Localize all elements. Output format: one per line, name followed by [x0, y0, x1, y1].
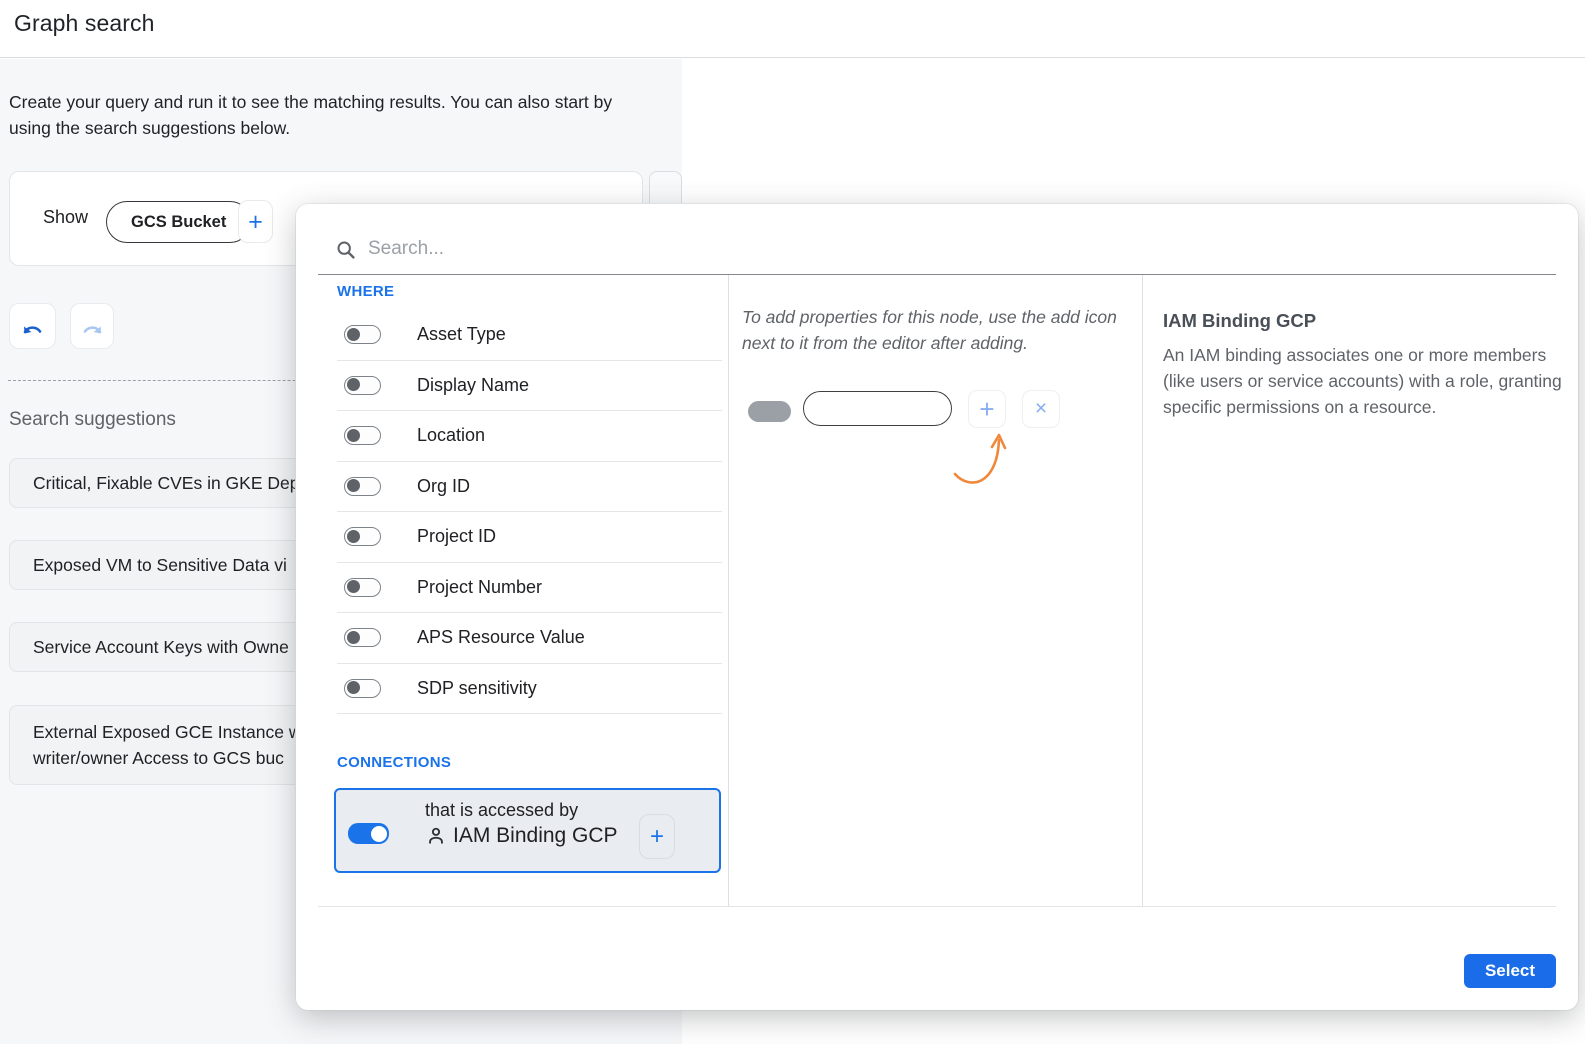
add-node-button[interactable]: + — [238, 200, 273, 243]
where-row-display-name[interactable]: Display Name — [337, 361, 722, 412]
search-icon — [336, 240, 356, 265]
search-input[interactable] — [368, 232, 1008, 266]
row-label: Org ID — [417, 476, 470, 497]
dialog-search-row — [296, 204, 1578, 274]
where-row-sdp-sensitivity[interactable]: SDP sensitivity — [337, 664, 722, 715]
where-row-org-id[interactable]: Org ID — [337, 462, 722, 513]
row-label: Display Name — [417, 375, 529, 396]
details-title: IAM Binding GCP — [1163, 310, 1316, 332]
node-chip-gcs-bucket[interactable]: GCS Bucket — [106, 201, 251, 243]
intro-text: Create your query and run it to see the … — [9, 89, 629, 141]
redo-icon — [71, 323, 113, 341]
undo-button[interactable] — [9, 303, 56, 349]
where-rows: Asset Type Display Name Location Org ID … — [337, 310, 722, 714]
toggle-org-id[interactable] — [344, 477, 381, 496]
row-label: SDP sensitivity — [417, 678, 537, 699]
node-name-input[interactable] — [803, 391, 952, 426]
select-button[interactable]: Select — [1464, 954, 1556, 988]
row-label: Project ID — [417, 526, 496, 547]
undo-icon — [10, 323, 55, 341]
connection-row-iam-binding[interactable]: that is accessed by IAM Binding GCP + — [334, 788, 721, 873]
curved-arrow-annotation — [949, 422, 1011, 497]
toggle-project-number[interactable] — [344, 578, 381, 597]
show-label: Show — [43, 207, 88, 228]
where-row-asset-type[interactable]: Asset Type — [337, 310, 722, 361]
where-row-project-id[interactable]: Project ID — [337, 512, 722, 563]
connection-node-name: IAM Binding GCP — [453, 824, 618, 848]
toggle-sdp-sensitivity[interactable] — [344, 679, 381, 698]
row-label: Location — [417, 425, 485, 446]
connections-section-header: CONNECTIONS — [337, 754, 451, 771]
toggle-aps-resource-value[interactable] — [344, 628, 381, 647]
where-row-aps-resource-value[interactable]: APS Resource Value — [337, 613, 722, 664]
row-label: Project Number — [417, 577, 542, 598]
row-label: Asset Type — [417, 324, 506, 345]
toggle-display-name[interactable] — [344, 376, 381, 395]
where-row-location[interactable]: Location — [337, 411, 722, 462]
connection-relation-label: that is accessed by — [425, 800, 618, 821]
where-section-header: WHERE — [337, 283, 394, 300]
remove-node-button[interactable]: × — [1022, 390, 1060, 428]
suggestions-title: Search suggestions — [9, 409, 176, 431]
row-label: APS Resource Value — [417, 627, 585, 648]
column-divider-1 — [728, 275, 729, 906]
details-description: An IAM binding associates one or more me… — [1163, 342, 1563, 420]
where-row-project-number[interactable]: Project Number — [337, 563, 722, 614]
node-picker-dialog: WHERE Asset Type Display Name Location O… — [296, 204, 1578, 1010]
search-underline — [318, 274, 1556, 275]
app-header: Graph search — [0, 0, 1585, 58]
connection-text: that is accessed by IAM Binding GCP — [425, 800, 618, 848]
page-title: Graph search — [14, 10, 155, 37]
node-handle-pill — [748, 401, 791, 422]
person-icon — [425, 825, 447, 847]
redo-button[interactable] — [70, 303, 114, 349]
column-divider-2 — [1142, 275, 1143, 906]
add-connection-button[interactable]: + — [639, 814, 675, 859]
toggle-project-id[interactable] — [344, 527, 381, 546]
toggle-asset-type[interactable] — [344, 325, 381, 344]
footer-divider — [318, 906, 1556, 907]
properties-instruction: To add properties for this node, use the… — [742, 304, 1117, 356]
toggle-location[interactable] — [344, 426, 381, 445]
toggle-iam-binding[interactable] — [348, 823, 389, 844]
